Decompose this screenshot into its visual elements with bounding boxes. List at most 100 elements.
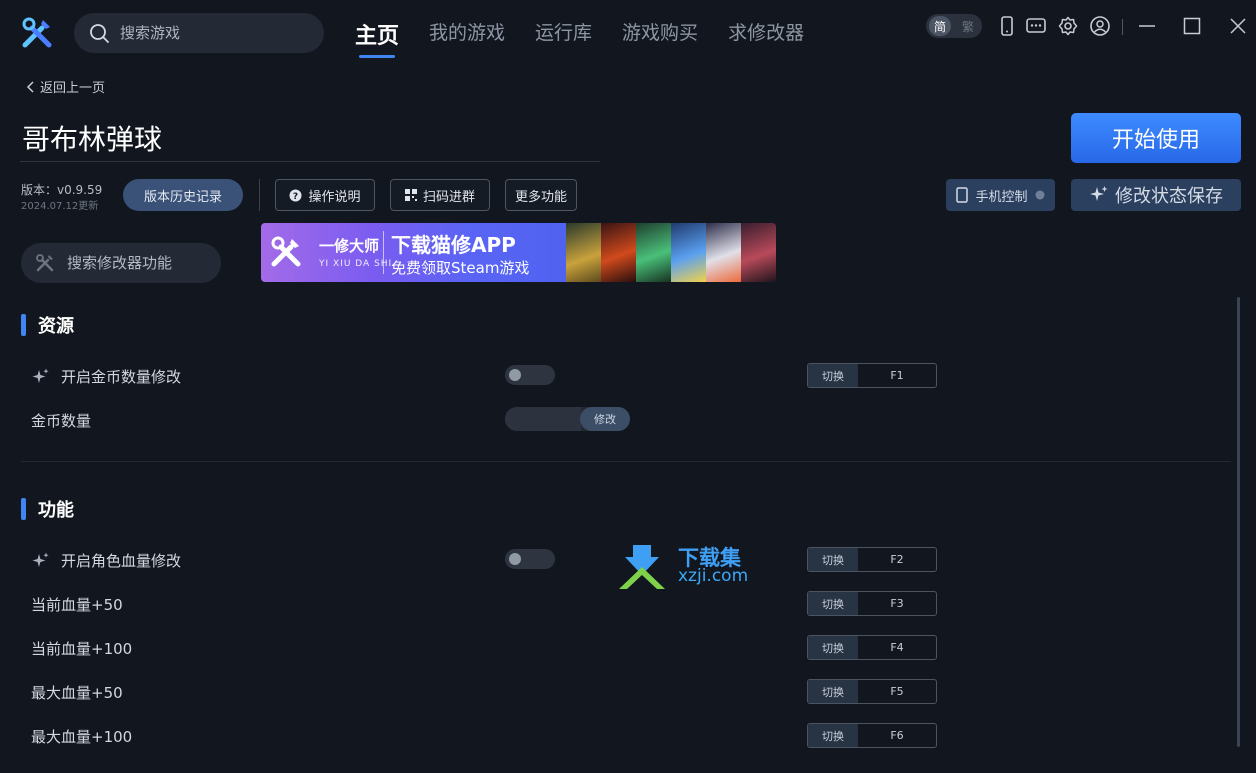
- hotkey-mode: 切换: [808, 364, 858, 387]
- promo-banner[interactable]: 一修大师 YI XIU DA SHI 下载猫修APP 免费领取Steam游戏: [261, 223, 776, 282]
- hotkey-f5[interactable]: 切换 F5: [807, 679, 937, 704]
- option-label: 开启金币数量修改: [61, 368, 182, 386]
- trainer-search-input[interactable]: [67, 254, 207, 272]
- banner-divider: [383, 231, 384, 274]
- user-icon[interactable]: [1089, 15, 1111, 37]
- phone-icon: [956, 187, 969, 203]
- hotkey-mode: 切换: [808, 592, 858, 615]
- hotkey-f2[interactable]: 切换 F2: [807, 547, 937, 572]
- save-state-label: 修改状态保存: [1115, 186, 1223, 207]
- hotkey-key: F5: [890, 685, 904, 698]
- tab-request-trainer[interactable]: 求修改器: [728, 18, 804, 58]
- option-label: 当前血量+100: [31, 640, 133, 658]
- toggle-knob: [509, 369, 521, 381]
- title-underline: [20, 161, 600, 162]
- option-label: 金币数量: [31, 412, 92, 430]
- app-logo-icon: [20, 16, 54, 50]
- option-row-label: 最大血量+50: [31, 682, 123, 703]
- option-row-label: 当前血量+50: [31, 594, 123, 615]
- hotkey-key: F6: [890, 729, 904, 742]
- start-button[interactable]: 开始使用: [1071, 113, 1241, 163]
- option-row-label: 最大血量+100: [31, 726, 132, 747]
- tab-game-store[interactable]: 游戏购买: [622, 18, 698, 58]
- gold-modify-toggle[interactable]: [505, 365, 555, 385]
- option-row-label: 开启角色血量修改: [31, 550, 181, 571]
- toggle-knob: [509, 553, 521, 565]
- hotkey-key: F2: [890, 553, 904, 566]
- instructions-label: 操作说明: [308, 189, 361, 205]
- tab-runtime-library[interactable]: 运行库: [535, 18, 592, 58]
- hotkey-key: F4: [890, 641, 904, 654]
- tab-my-games[interactable]: 我的游戏: [429, 18, 505, 58]
- chevron-right-circle-icon: [1035, 190, 1044, 200]
- banner-subtitle: 免费领取Steam游戏: [391, 259, 530, 277]
- tab-home[interactable]: 主页: [355, 18, 399, 58]
- instructions-button[interactable]: ? 操作说明: [275, 179, 375, 211]
- sparkle-icon: [32, 552, 49, 567]
- language-toggle[interactable]: 简 繁: [926, 14, 982, 38]
- banner-title: 下载猫修APP: [391, 233, 516, 257]
- game-search-input[interactable]: [120, 24, 310, 42]
- save-state-button[interactable]: 修改状态保存: [1071, 179, 1241, 211]
- search-icon: [90, 24, 109, 43]
- qr-group-label: 扫码进群: [422, 189, 475, 205]
- more-functions-button[interactable]: 更多功能: [505, 179, 577, 211]
- maximize-icon[interactable]: [1181, 15, 1203, 37]
- game-title: 哥布林弹球: [22, 123, 163, 156]
- section-marker: [21, 314, 26, 336]
- hotkey-key: F3: [890, 597, 904, 610]
- question-icon: ?: [289, 189, 302, 202]
- tools-icon: [36, 254, 54, 272]
- watermark-logo-icon: [619, 545, 665, 589]
- back-link[interactable]: 返回上一页: [26, 77, 105, 96]
- section-header-functions: 功能: [21, 496, 74, 522]
- message-icon[interactable]: [1025, 15, 1047, 37]
- hotkey-key: F1: [890, 369, 904, 382]
- content-scrollbar[interactable]: [1237, 297, 1240, 747]
- section-divider: [21, 461, 1231, 462]
- banner-brand-sub: YI XIU DA SHI: [319, 259, 393, 269]
- svg-text:?: ?: [293, 192, 298, 202]
- qr-group-button[interactable]: 扫码进群: [390, 179, 490, 211]
- hotkey-f1[interactable]: 切换 F1: [807, 363, 937, 388]
- option-label: 当前血量+50: [31, 596, 123, 614]
- trainer-search-box[interactable]: [21, 243, 221, 283]
- lang-traditional[interactable]: 繁: [962, 18, 979, 35]
- chevron-left-icon: [26, 80, 34, 93]
- section-title: 功能: [38, 500, 74, 521]
- close-icon[interactable]: [1227, 15, 1249, 37]
- qr-code-icon: [404, 189, 417, 201]
- option-row-label: 开启金币数量修改: [31, 366, 181, 387]
- value-track[interactable]: [505, 407, 581, 431]
- gear-icon[interactable]: [1057, 15, 1079, 37]
- mobile-control-label: 手机控制: [975, 189, 1028, 205]
- banner-game-art: [566, 223, 776, 282]
- lang-simplified[interactable]: 简: [929, 16, 951, 36]
- back-label: 返回上一页: [40, 81, 106, 96]
- hp-modify-toggle[interactable]: [505, 549, 555, 569]
- option-row-label: 当前血量+100: [31, 638, 132, 659]
- version-text: 版本：v0.9.59: [21, 183, 103, 197]
- hotkey-mode: 切换: [808, 724, 858, 747]
- phone-icon[interactable]: [996, 15, 1018, 37]
- hotkey-f6[interactable]: 切换 F6: [807, 723, 937, 748]
- hotkey-mode: 切换: [808, 548, 858, 571]
- banner-brand: 一修大师: [319, 237, 380, 255]
- modify-button[interactable]: 修改: [580, 407, 630, 431]
- section-marker: [21, 498, 26, 520]
- minimize-icon[interactable]: [1136, 15, 1158, 37]
- game-search-box[interactable]: [74, 13, 324, 53]
- mobile-control-button[interactable]: 手机控制: [946, 179, 1055, 211]
- gold-amount-input[interactable]: 修改: [505, 407, 630, 431]
- hotkey-mode: 切换: [808, 636, 858, 659]
- watermark-url: xzji.com: [678, 566, 749, 586]
- sparkle-icon: [1090, 186, 1108, 201]
- update-date: 2024.07.12更新: [21, 201, 99, 212]
- option-row-label: 金币数量: [31, 410, 91, 431]
- hotkey-f3[interactable]: 切换 F3: [807, 591, 937, 616]
- hotkey-mode: 切换: [808, 680, 858, 703]
- hotkey-f4[interactable]: 切换 F4: [807, 635, 937, 660]
- option-label: 开启角色血量修改: [61, 552, 182, 570]
- version-history-button[interactable]: 版本历史记录: [123, 179, 243, 211]
- option-label: 最大血量+50: [31, 684, 123, 702]
